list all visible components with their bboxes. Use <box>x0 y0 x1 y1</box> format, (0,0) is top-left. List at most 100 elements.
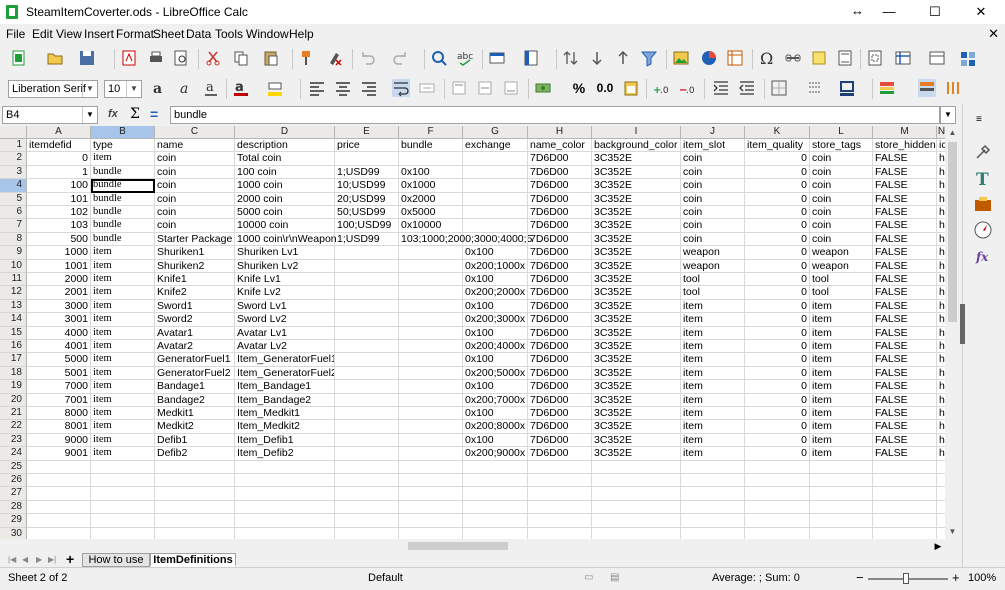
cell-g4[interactable] <box>463 179 528 193</box>
styles-icon[interactable]: T <box>973 168 993 188</box>
scroll-up-icon[interactable]: ▲ <box>945 126 960 140</box>
center-vertically-icon[interactable] <box>476 79 494 97</box>
cell-j8[interactable]: coin <box>681 232 745 247</box>
cell-k15[interactable]: 0 <box>745 326 810 340</box>
cell-k9[interactable]: 0 <box>745 246 810 260</box>
expand-formula-icon[interactable]: ▼ <box>940 106 956 124</box>
cell-a23[interactable]: 9000 <box>27 433 91 448</box>
cell-a15[interactable]: 4000 <box>27 326 91 340</box>
cell-e12[interactable] <box>335 286 399 300</box>
row-icon[interactable] <box>488 49 506 67</box>
cell-g9[interactable]: 0x100 <box>463 246 528 260</box>
row-header-29[interactable]: 29 <box>0 514 27 528</box>
cell-k16[interactable]: 0 <box>745 340 810 354</box>
cell-l21[interactable]: item <box>810 407 873 421</box>
cell-b4[interactable]: bundle <box>91 179 155 193</box>
cell-j30[interactable] <box>681 527 745 539</box>
cell-e29[interactable] <box>335 514 399 528</box>
cell-n15[interactable]: ht <box>937 327 945 340</box>
cell-f22[interactable] <box>399 420 463 434</box>
cell-c4[interactable]: coin <box>155 179 235 193</box>
cell-e4[interactable]: 10;USD99 <box>335 179 399 193</box>
cell-d27[interactable] <box>235 487 335 501</box>
sort-descending-icon[interactable] <box>614 49 632 67</box>
cell-h7[interactable]: 7D6D00 <box>528 219 592 233</box>
cell-a19[interactable]: 7000 <box>27 380 91 394</box>
cell-c6[interactable]: coin <box>155 206 235 220</box>
cell-d15[interactable]: Avatar Lv1 <box>235 326 335 340</box>
cell-b2[interactable]: item <box>91 152 155 166</box>
cell-b21[interactable]: item <box>91 407 155 421</box>
cell-k24[interactable]: 0 <box>745 447 810 461</box>
cell-c20[interactable]: Bandage2 <box>155 393 235 407</box>
row-header-10[interactable]: 10 <box>0 259 27 273</box>
select-all-corner[interactable] <box>0 126 27 139</box>
cell-g25[interactable] <box>463 460 528 474</box>
cell-k3[interactable]: 0 <box>745 165 810 180</box>
cell-d28[interactable] <box>235 500 335 515</box>
cell-i21[interactable]: 3C352E <box>592 407 681 421</box>
cell-a9[interactable]: 1000 <box>27 246 91 260</box>
cell-j17[interactable]: item <box>681 353 745 367</box>
cell-i28[interactable] <box>592 500 681 515</box>
row-header-12[interactable]: 12 <box>0 286 27 300</box>
cell-l12[interactable]: tool <box>810 286 873 300</box>
cell-i5[interactable]: 3C352E <box>592 192 681 206</box>
cell-h25[interactable] <box>528 460 592 474</box>
cell-n22[interactable]: ht <box>937 420 945 434</box>
cell-c23[interactable]: Defib1 <box>155 433 235 448</box>
cell-h5[interactable]: 7D6D00 <box>528 192 592 206</box>
date-format-icon[interactable] <box>622 79 640 97</box>
open-folder-icon[interactable] <box>46 49 64 67</box>
cell-i7[interactable]: 3C352E <box>592 219 681 233</box>
cell-a11[interactable]: 2000 <box>27 273 91 287</box>
cell-n27[interactable] <box>937 487 945 501</box>
cell-a16[interactable]: 4001 <box>27 340 91 354</box>
cell-k8[interactable]: 0 <box>745 232 810 247</box>
cell-n8[interactable]: ht <box>937 233 945 247</box>
undo-icon[interactable] <box>358 49 376 67</box>
cell-h18[interactable]: 7D6D00 <box>528 366 592 381</box>
spreadsheet-grid[interactable]: A B C D E F G H I J K L M N 1 itemdefid type name descript… <box>0 126 945 539</box>
cell-m9[interactable]: FALSE <box>873 246 937 260</box>
align-top-icon[interactable] <box>450 79 468 97</box>
chevron-down-icon[interactable]: ▼ <box>126 81 141 97</box>
print-preview-icon[interactable] <box>172 49 190 67</box>
cell-d29[interactable] <box>235 514 335 528</box>
cell-c15[interactable]: Avatar1 <box>155 326 235 340</box>
cell-l7[interactable]: coin <box>810 219 873 233</box>
italic-icon[interactable]: a <box>176 79 194 97</box>
next-sheet-icon[interactable]: ▶ <box>36 555 42 564</box>
cell-e25[interactable] <box>335 460 399 474</box>
menu-sheet[interactable]: Sheet <box>153 27 184 41</box>
cell-i26[interactable] <box>592 474 681 488</box>
vertical-scroll-thumb[interactable] <box>948 142 957 322</box>
cell-g11[interactable]: 0x100 <box>463 273 528 287</box>
cell-l28[interactable] <box>810 500 873 515</box>
tab-how-to-use[interactable]: How to use <box>82 553 150 567</box>
cell-m29[interactable] <box>873 514 937 528</box>
cell-g22[interactable]: 0x200;8000x <box>463 420 528 434</box>
cell-i12[interactable]: 3C352E <box>592 286 681 300</box>
cell-f23[interactable] <box>399 433 463 448</box>
cell-l6[interactable]: coin <box>810 206 873 220</box>
cell-d4[interactable]: 1000 coin <box>235 179 335 193</box>
cell-c10[interactable]: Shuriken2 <box>155 259 235 273</box>
cell-i3[interactable]: 3C352E <box>592 165 681 180</box>
cell-e2[interactable] <box>335 152 399 166</box>
add-decimal-place-icon[interactable]: + .0 <box>652 79 670 97</box>
cell-e19[interactable] <box>335 380 399 394</box>
cell-a20[interactable]: 7001 <box>27 393 91 407</box>
font-size-box[interactable]: 10 ▼ <box>104 80 142 98</box>
cell-h2[interactable]: 7D6D00 <box>528 152 592 166</box>
cell-n11[interactable]: ht <box>937 273 945 287</box>
cell-g21[interactable]: 0x100 <box>463 407 528 421</box>
cell-f30[interactable] <box>399 527 463 539</box>
cell-f29[interactable] <box>399 514 463 528</box>
functions-icon[interactable]: fx <box>973 246 993 266</box>
cell-e23[interactable] <box>335 433 399 448</box>
cell-m12[interactable]: FALSE <box>873 286 937 300</box>
cell-g10[interactable]: 0x200;1000x <box>463 259 528 273</box>
cell-d21[interactable]: Item_Medkit1 <box>235 407 335 421</box>
cell-g20[interactable]: 0x200;7000x <box>463 393 528 407</box>
